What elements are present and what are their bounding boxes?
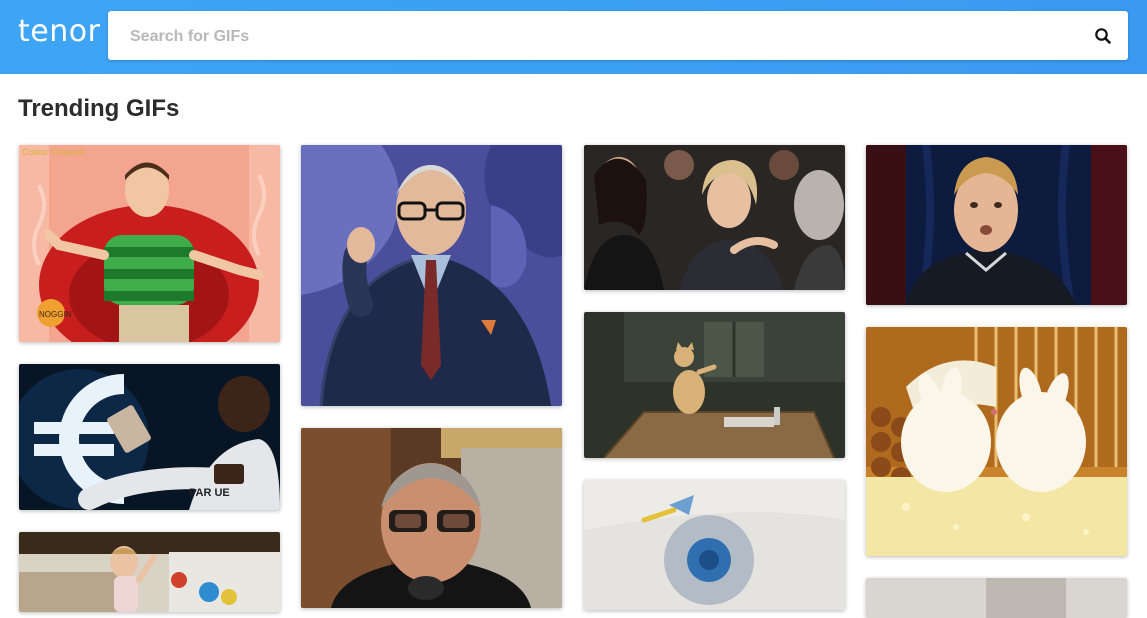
search-input[interactable]	[128, 11, 1072, 62]
gif-image	[866, 578, 1127, 618]
gif-tile-partial[interactable]	[866, 578, 1127, 618]
gif-image	[584, 480, 845, 610]
gif-tile-fidget-spinner[interactable]	[584, 480, 845, 610]
gif-tile-boy-surprised[interactable]	[866, 145, 1127, 305]
gif-overlay-text: Colour Channel	[22, 147, 85, 157]
search-icon	[1095, 28, 1111, 44]
gif-tile-euro-money[interactable]: PAR UE	[19, 364, 280, 510]
svg-text:NOGGIN: NOGGIN	[39, 310, 72, 319]
top-header: tenor	[0, 0, 1147, 74]
gif-tile-baby-waving[interactable]	[19, 532, 280, 612]
gif-image: NOGGIN	[19, 145, 280, 342]
gif-image	[866, 327, 1127, 556]
gif-image	[301, 428, 562, 608]
page-title: Trending GIFs	[18, 95, 180, 122]
gif-tile-cat-on-table[interactable]	[584, 312, 845, 458]
gif-tile-white-bunnies[interactable]	[866, 327, 1127, 556]
gif-image	[584, 312, 845, 458]
gif-image	[866, 145, 1127, 305]
gif-image	[584, 145, 845, 290]
tenor-logo[interactable]: tenor	[18, 14, 100, 49]
gif-tile-blues-clues[interactable]: NOGGIN Colour Channel	[19, 145, 280, 342]
gif-image: PAR UE	[19, 364, 280, 510]
search-button[interactable]	[1092, 25, 1114, 47]
gif-image	[301, 145, 562, 406]
svg-text:PAR UE: PAR UE	[189, 487, 230, 499]
gif-tile-jeff-goldblum[interactable]	[301, 428, 562, 608]
gif-tile-audience-reacting[interactable]	[584, 145, 845, 290]
gif-image	[19, 532, 280, 612]
search-bar	[108, 11, 1128, 62]
gif-tile-tim-gunn[interactable]	[301, 145, 562, 406]
